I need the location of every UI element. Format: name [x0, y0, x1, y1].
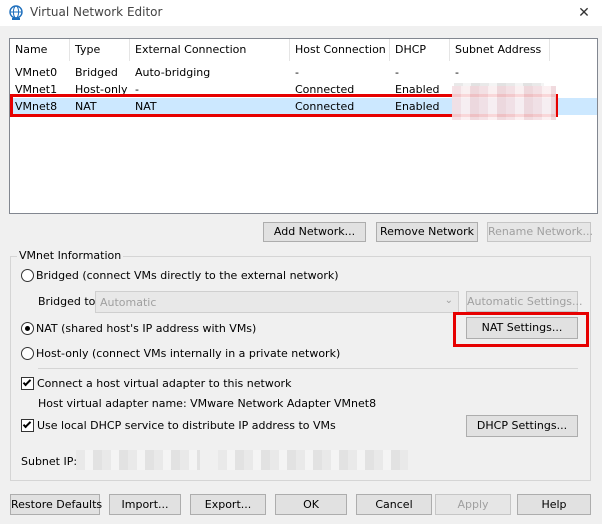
apply-button[interactable]: Apply: [435, 494, 511, 515]
bridged-to-value: Automatic: [100, 296, 157, 309]
export-button[interactable]: Export...: [190, 494, 266, 515]
ok-button[interactable]: OK: [275, 494, 347, 515]
nat-label[interactable]: NAT (shared host's IP address with VMs): [36, 322, 256, 335]
network-list[interactable]: Name Type External Connection Host Conne…: [9, 38, 598, 214]
column-header-external-connection[interactable]: External Connection: [130, 39, 290, 61]
column-header-type[interactable]: Type: [70, 39, 130, 61]
bridged-radio[interactable]: [21, 269, 34, 282]
connect-adapter-checkbox[interactable]: [21, 377, 34, 390]
column-header-host-connection[interactable]: Host Connection: [290, 39, 390, 61]
help-button[interactable]: Help: [517, 494, 591, 515]
dhcp-settings-button[interactable]: DHCP Settings...: [466, 415, 578, 437]
vmnet-information-label: VMnet Information: [17, 249, 124, 262]
column-header-name[interactable]: Name: [10, 39, 70, 61]
subnet-mask-input-redacted[interactable]: [218, 450, 408, 470]
nat-radio[interactable]: [21, 322, 34, 335]
divider: [38, 368, 578, 369]
window-title: Virtual Network Editor: [30, 5, 163, 19]
dhcp-checkbox[interactable]: [21, 419, 34, 432]
automatic-settings-button[interactable]: Automatic Settings...: [466, 291, 583, 312]
import-button[interactable]: Import...: [109, 494, 181, 515]
column-header-subnet-address[interactable]: Subnet Address: [450, 39, 550, 61]
subnet-redacted-vmnet8: [452, 86, 556, 120]
cell-type: Bridged: [75, 66, 118, 79]
remove-network-button[interactable]: Remove Network: [376, 222, 478, 242]
rename-network-button[interactable]: Rename Network...: [487, 222, 593, 242]
bridged-to-label: Bridged to:: [38, 295, 100, 308]
bridged-label[interactable]: Bridged (connect VMs directly to the ext…: [36, 269, 339, 282]
cell-name: VMnet0: [15, 66, 58, 79]
cell-dhcp: -: [395, 66, 399, 79]
cell-host: -: [295, 66, 299, 79]
dhcp-label[interactable]: Use local DHCP service to distribute IP …: [37, 419, 336, 432]
restore-defaults-button[interactable]: Restore Defaults: [10, 494, 102, 515]
table-row-vmnet0[interactable]: VMnet0 Bridged Auto-bridging - - -: [10, 64, 597, 81]
subnet-ip-label: Subnet IP:: [21, 455, 78, 468]
connect-adapter-label[interactable]: Connect a host virtual adapter to this n…: [37, 377, 291, 390]
cancel-button[interactable]: Cancel: [356, 494, 432, 515]
hostonly-label[interactable]: Host-only (connect VMs internally in a p…: [36, 347, 340, 360]
bridged-to-select[interactable]: Automatic ⌄: [95, 291, 459, 313]
subnet-ip-input-redacted[interactable]: [76, 450, 200, 470]
globe-network-icon: [9, 5, 23, 20]
column-header-dhcp[interactable]: DHCP: [390, 39, 450, 61]
chevron-down-icon: ⌄: [444, 295, 453, 306]
adapter-name-text: Host virtual adapter name: VMware Networ…: [38, 397, 377, 410]
cell-subnet: -: [455, 66, 459, 79]
add-network-button[interactable]: Add Network...: [263, 222, 366, 242]
highlight-box-nat-settings: [453, 312, 589, 347]
title-bar: Virtual Network Editor ✕: [0, 0, 602, 26]
cell-external: Auto-bridging: [135, 66, 211, 79]
close-button[interactable]: ✕: [572, 3, 596, 23]
hostonly-radio[interactable]: [21, 347, 34, 360]
close-icon: ✕: [578, 5, 590, 21]
